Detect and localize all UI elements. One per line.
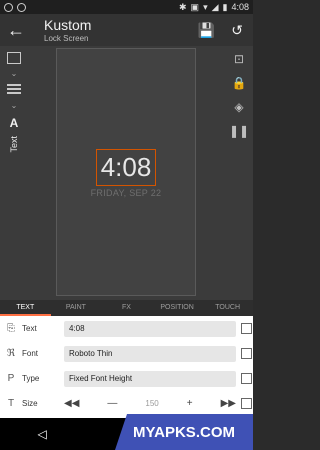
font-label: Font (22, 349, 39, 358)
watermark-banner: MYAPKS.COM (115, 414, 253, 450)
form-row-size: T Size ◀◀ — 150 + ▶▶ (0, 391, 253, 416)
left-toolbar: ⌄ ⌄ A Text (0, 46, 28, 300)
text-format-icon[interactable]: A (10, 116, 19, 130)
nav-back-icon[interactable]: ◁ (34, 426, 50, 442)
clock-preview: 4:08 FRIDAY, SEP 22 (57, 149, 195, 198)
preview-canvas[interactable]: 4:08 FRIDAY, SEP 22 (56, 48, 196, 296)
text-value-field[interactable]: 4:08 (64, 320, 236, 337)
fast-forward-icon[interactable]: ▶▶ (221, 398, 236, 409)
font-value-field[interactable]: Roboto Thin (64, 345, 236, 362)
chevron-down-icon-2[interactable]: ⌄ (11, 102, 18, 110)
vibrate-icon: ▣ (190, 1, 200, 12)
status-bar: ✱ ▣ ▾ ◢ ▮ 4:08 (0, 0, 253, 14)
size-checkbox[interactable] (241, 398, 252, 409)
preview-date: FRIDAY, SEP 22 (90, 188, 162, 198)
text-field-icon: ⎘ (7, 323, 15, 334)
status-time: 4:08 (231, 2, 249, 12)
preview-time[interactable]: 4:08 (95, 149, 157, 186)
app-subtitle: Lock Screen (44, 34, 89, 43)
size-label: Size (22, 399, 38, 408)
text-checkbox[interactable] (241, 323, 252, 334)
size-icon: T (7, 398, 15, 409)
type-icon: P (7, 373, 15, 384)
bluetooth-icon: ✱ (179, 1, 187, 12)
text-label: Text (22, 324, 37, 333)
history-icon[interactable]: ↺ (231, 22, 243, 39)
layers-icon[interactable]: ◈ (234, 100, 243, 114)
screenshot-icon[interactable]: ⊡ (234, 52, 244, 66)
tab-bar: TEXT PAINT FX POSITION TOUCH (0, 300, 253, 316)
appbar-actions: 💾 ↺ (198, 22, 253, 39)
form-row-type: P Type Fixed Font Height (0, 366, 253, 391)
tab-fx[interactable]: FX (101, 300, 152, 316)
folder-icon[interactable] (7, 52, 21, 64)
type-label: Type (22, 374, 40, 383)
form-row-font: ℜ Font Roboto Thin (0, 341, 253, 366)
tab-touch[interactable]: TOUCH (202, 300, 253, 316)
properties-form: ⎘ Text 4:08 ℜ Font Roboto Thin P Type Fi… (0, 316, 253, 418)
battery-icon: ▮ (222, 1, 228, 12)
tab-position[interactable]: POSITION (152, 300, 203, 316)
lock-icon[interactable]: 🔒 (232, 76, 247, 90)
rewind-icon[interactable]: ◀◀ (64, 398, 79, 409)
size-value[interactable]: 150 (145, 399, 158, 408)
type-value-field[interactable]: Fixed Font Height (64, 370, 236, 387)
app-bar: ← Kustom Lock Screen 💾 ↺ (0, 14, 253, 46)
text-mode-label: Text (9, 136, 19, 153)
minus-icon[interactable]: — (107, 398, 117, 409)
form-row-text: ⎘ Text 4:08 (0, 316, 253, 341)
font-icon: ℜ (6, 348, 16, 359)
app-title: Kustom (44, 17, 92, 33)
type-checkbox[interactable] (241, 373, 252, 384)
save-icon[interactable]: 💾 (198, 22, 215, 39)
tab-paint[interactable]: PAINT (51, 300, 102, 316)
pause-icon[interactable]: ❚❚ (229, 124, 249, 138)
tab-text[interactable]: TEXT (0, 300, 51, 316)
stack-icon[interactable] (7, 84, 21, 96)
plus-icon[interactable]: + (187, 398, 193, 409)
chevron-down-icon[interactable]: ⌄ (11, 70, 18, 78)
notification-icon-2 (17, 2, 26, 12)
size-stepper: ◀◀ — 150 + ▶▶ (64, 398, 236, 409)
signal-icon: ◢ (211, 1, 219, 12)
editor-area: ⌄ ⌄ A Text 4:08 FRIDAY, SEP 22 ⊡ 🔒 ◈ ❚❚ (0, 46, 253, 300)
back-arrow-icon[interactable]: ← (0, 14, 32, 46)
right-toolbar: ⊡ 🔒 ◈ ❚❚ (225, 46, 253, 300)
font-checkbox[interactable] (241, 348, 252, 359)
app-title-group: Kustom Lock Screen (44, 17, 91, 43)
notification-icon (4, 2, 13, 12)
wifi-icon: ▾ (203, 1, 208, 12)
